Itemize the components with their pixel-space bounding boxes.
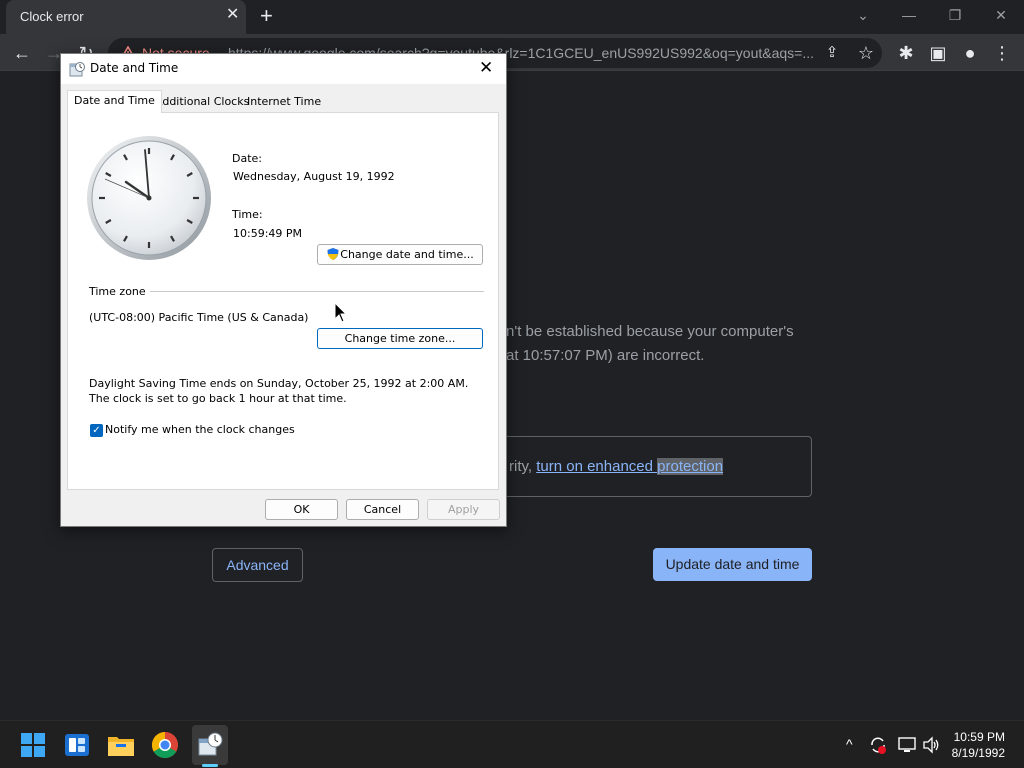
change-date-time-button[interactable]: Change date and time... [317, 244, 483, 265]
analog-clock-icon [87, 136, 211, 260]
date-time-dialog: Date and Time ✕ Date and Time Additional… [60, 53, 507, 527]
minimize-icon[interactable]: — [894, 4, 924, 26]
uac-shield-icon [327, 248, 339, 260]
date-time-panel: Date: Wednesday, August 19, 1992 Time: 1… [67, 112, 499, 490]
time-value: 10:59:49 PM [233, 227, 303, 240]
cancel-button[interactable]: Cancel [346, 499, 419, 520]
time-zone-heading: Time zone [89, 285, 146, 298]
tab-clock-error[interactable]: Clock error ✕ [6, 0, 246, 34]
file-explorer-icon[interactable] [105, 729, 137, 761]
extensions-icon[interactable]: ✱ [894, 41, 918, 65]
error-line-1: n't be established because your computer… [506, 323, 794, 340]
bookmark-star-icon[interactable]: ☆ [854, 41, 878, 65]
dst-notice: Daylight Saving Time ends on Sunday, Oct… [89, 377, 469, 405]
time-label: Time: [232, 208, 263, 221]
protection-prefix: rity, [509, 458, 537, 475]
chrome-menu-icon[interactable]: ⋮ [990, 41, 1014, 65]
update-date-time-button[interactable]: Update date and time [653, 548, 812, 581]
tray-clock-time[interactable]: 10:59 PM [953, 730, 1005, 744]
tray-overflow-icon[interactable]: ^ [846, 734, 853, 754]
time-zone-divider [150, 291, 484, 292]
enhanced-protection-link-selected[interactable]: protection [657, 458, 724, 475]
side-panel-icon[interactable]: ▣ [926, 41, 950, 65]
window-close-icon[interactable]: ✕ [986, 4, 1016, 26]
apply-button[interactable]: Apply [427, 499, 500, 520]
date-label: Date: [232, 152, 262, 165]
network-icon[interactable] [897, 735, 917, 755]
profile-icon[interactable]: ● [958, 41, 982, 65]
dialog-close-icon[interactable]: ✕ [479, 58, 493, 78]
start-icon[interactable] [17, 729, 49, 761]
taskbar: ^ 10:59 PM 8/19/1992 [0, 720, 1024, 768]
share-icon[interactable]: ⇪ [820, 41, 844, 65]
back-icon[interactable]: ← [10, 41, 34, 65]
date-time-icon [69, 62, 85, 77]
tab-close-icon[interactable]: ✕ [226, 7, 239, 23]
date-value: Wednesday, August 19, 1992 [233, 170, 395, 183]
chrome-icon[interactable] [149, 729, 181, 761]
dialog-title: Date and Time [90, 61, 179, 75]
mouse-cursor-icon [334, 302, 348, 323]
sync-error-icon[interactable] [868, 735, 888, 755]
change-time-zone-button[interactable]: Change time zone... [317, 328, 483, 349]
advanced-button[interactable]: Advanced [212, 548, 303, 582]
notify-checkbox[interactable]: ✓ [90, 424, 103, 437]
volume-icon[interactable] [921, 735, 941, 755]
protection-text: rity, turn on enhanced protection [509, 458, 724, 475]
ok-button[interactable]: OK [265, 499, 338, 520]
time-zone-value: (UTC-08:00) Pacific Time (US & Canada) [89, 311, 309, 324]
tray-clock-date[interactable]: 8/19/1992 [947, 746, 1005, 760]
notify-label[interactable]: Notify me when the clock changes [105, 423, 295, 436]
widgets-icon[interactable] [61, 729, 93, 761]
dialog-titlebar[interactable]: Date and Time ✕ [61, 54, 506, 84]
date-time-app-icon[interactable] [194, 729, 226, 761]
tab-additional-clocks[interactable]: Additional Clocks [149, 92, 255, 112]
tab-date-and-time[interactable]: Date and Time [67, 90, 162, 113]
new-tab-button[interactable]: + [260, 4, 273, 28]
tab-internet-time[interactable]: Internet Time [241, 92, 327, 112]
change-date-time-label: Change date and time... [340, 248, 474, 261]
error-line-2: at 10:57:07 PM) are incorrect. [506, 347, 705, 364]
clock-error-message: n't be established because your computer… [506, 320, 816, 368]
tab-strip: Clock error ✕ + ⌄ — ❐ ✕ [0, 0, 1024, 34]
enhanced-protection-link[interactable]: turn on enhanced [536, 458, 657, 475]
restore-icon[interactable]: ❐ [940, 4, 970, 26]
active-app-indicator [202, 764, 218, 767]
tab-title: Clock error [20, 9, 84, 24]
tab-search-icon[interactable]: ⌄ [848, 4, 878, 26]
